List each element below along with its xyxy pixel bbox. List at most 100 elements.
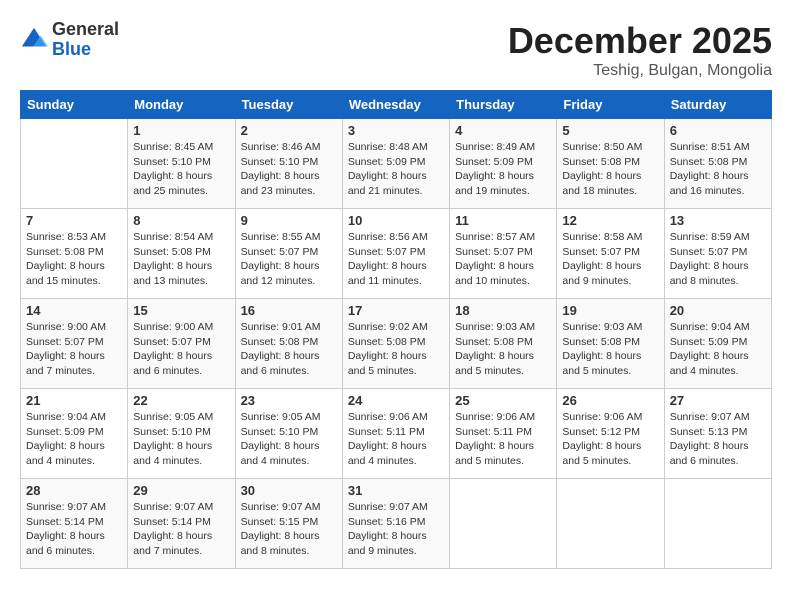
day-info: Sunrise: 9:06 AMSunset: 5:12 PMDaylight:…	[562, 410, 658, 469]
day-number: 21	[26, 393, 122, 408]
day-info: Sunrise: 9:07 AMSunset: 5:14 PMDaylight:…	[133, 500, 229, 559]
day-number: 10	[348, 213, 444, 228]
calendar-cell: 4 Sunrise: 8:49 AMSunset: 5:09 PMDaylight…	[450, 119, 557, 209]
calendar-cell: 24 Sunrise: 9:06 AMSunset: 5:11 PMDayligh…	[342, 389, 449, 479]
day-number: 16	[241, 303, 337, 318]
day-number: 1	[133, 123, 229, 138]
calendar-cell: 15 Sunrise: 9:00 AMSunset: 5:07 PMDayligh…	[128, 299, 235, 389]
day-info: Sunrise: 8:46 AMSunset: 5:10 PMDaylight:…	[241, 140, 337, 199]
calendar-cell: 26 Sunrise: 9:06 AMSunset: 5:12 PMDayligh…	[557, 389, 664, 479]
day-info: Sunrise: 8:50 AMSunset: 5:08 PMDaylight:…	[562, 140, 658, 199]
calendar-cell: 16 Sunrise: 9:01 AMSunset: 5:08 PMDayligh…	[235, 299, 342, 389]
calendar-cell: 20 Sunrise: 9:04 AMSunset: 5:09 PMDayligh…	[664, 299, 771, 389]
day-info: Sunrise: 9:00 AMSunset: 5:07 PMDaylight:…	[133, 320, 229, 379]
day-number: 4	[455, 123, 551, 138]
day-number: 15	[133, 303, 229, 318]
calendar-cell: 5 Sunrise: 8:50 AMSunset: 5:08 PMDaylight…	[557, 119, 664, 209]
day-number: 25	[455, 393, 551, 408]
calendar-cell: 19 Sunrise: 9:03 AMSunset: 5:08 PMDayligh…	[557, 299, 664, 389]
calendar-cell: 2 Sunrise: 8:46 AMSunset: 5:10 PMDaylight…	[235, 119, 342, 209]
header: General Blue December 2025 Teshig, Bulga…	[20, 20, 772, 80]
week-row-4: 21 Sunrise: 9:04 AMSunset: 5:09 PMDayligh…	[21, 389, 772, 479]
logo-general: General	[52, 20, 119, 40]
day-info: Sunrise: 9:00 AMSunset: 5:07 PMDaylight:…	[26, 320, 122, 379]
day-number: 2	[241, 123, 337, 138]
day-number: 13	[670, 213, 766, 228]
calendar-cell: 28Sunrise: 9:07 AMSunset: 5:14 PMDayligh…	[21, 479, 128, 569]
header-day-tuesday: Tuesday	[235, 91, 342, 119]
calendar-cell: 27 Sunrise: 9:07 AMSunset: 5:13 PMDayligh…	[664, 389, 771, 479]
logo: General Blue	[20, 20, 119, 60]
day-number: 19	[562, 303, 658, 318]
day-info: Sunrise: 9:02 AMSunset: 5:08 PMDaylight:…	[348, 320, 444, 379]
day-number: 20	[670, 303, 766, 318]
calendar-cell: 10 Sunrise: 8:56 AMSunset: 5:07 PMDayligh…	[342, 209, 449, 299]
day-info: Sunrise: 9:04 AMSunset: 5:09 PMDaylight:…	[670, 320, 766, 379]
day-number: 3	[348, 123, 444, 138]
calendar-cell: 17 Sunrise: 9:02 AMSunset: 5:08 PMDayligh…	[342, 299, 449, 389]
day-info: Sunrise: 8:53 AMSunset: 5:08 PMDaylight:…	[26, 230, 122, 289]
day-info: Sunrise: 8:49 AMSunset: 5:09 PMDaylight:…	[455, 140, 551, 199]
day-info: Sunrise: 9:06 AMSunset: 5:11 PMDaylight:…	[348, 410, 444, 469]
week-row-2: 7 Sunrise: 8:53 AMSunset: 5:08 PMDaylight…	[21, 209, 772, 299]
day-number: 18	[455, 303, 551, 318]
calendar-cell: 23Sunrise: 9:05 AMSunset: 5:10 PMDayligh…	[235, 389, 342, 479]
day-number: 11	[455, 213, 551, 228]
header-day-thursday: Thursday	[450, 91, 557, 119]
day-info: Sunrise: 9:06 AMSunset: 5:11 PMDaylight:…	[455, 410, 551, 469]
title-area: December 2025 Teshig, Bulgan, Mongolia	[508, 20, 772, 80]
day-info: Sunrise: 9:07 AMSunset: 5:14 PMDaylight:…	[26, 500, 122, 559]
calendar-title: December 2025	[508, 20, 772, 62]
header-day-sunday: Sunday	[21, 91, 128, 119]
day-info: Sunrise: 8:58 AMSunset: 5:07 PMDaylight:…	[562, 230, 658, 289]
calendar-cell: 22 Sunrise: 9:05 AMSunset: 5:10 PMDayligh…	[128, 389, 235, 479]
calendar-table: SundayMondayTuesdayWednesdayThursdayFrid…	[20, 90, 772, 569]
calendar-cell: 3 Sunrise: 8:48 AMSunset: 5:09 PMDaylight…	[342, 119, 449, 209]
day-info: Sunrise: 8:51 AMSunset: 5:08 PMDaylight:…	[670, 140, 766, 199]
day-number: 9	[241, 213, 337, 228]
day-info: Sunrise: 8:45 AMSunset: 5:10 PMDaylight:…	[133, 140, 229, 199]
day-number: 23	[241, 393, 337, 408]
day-info: Sunrise: 8:48 AMSunset: 5:09 PMDaylight:…	[348, 140, 444, 199]
calendar-cell: 7 Sunrise: 8:53 AMSunset: 5:08 PMDaylight…	[21, 209, 128, 299]
day-info: Sunrise: 8:55 AMSunset: 5:07 PMDaylight:…	[241, 230, 337, 289]
day-number: 31	[348, 483, 444, 498]
calendar-cell: 30Sunrise: 9:07 AMSunset: 5:15 PMDayligh…	[235, 479, 342, 569]
day-number: 29	[133, 483, 229, 498]
day-number: 12	[562, 213, 658, 228]
day-info: Sunrise: 8:54 AMSunset: 5:08 PMDaylight:…	[133, 230, 229, 289]
day-info: Sunrise: 9:03 AMSunset: 5:08 PMDaylight:…	[455, 320, 551, 379]
day-number: 24	[348, 393, 444, 408]
logo-blue: Blue	[52, 40, 119, 60]
logo-icon	[20, 26, 48, 54]
day-number: 17	[348, 303, 444, 318]
day-info: Sunrise: 9:07 AMSunset: 5:16 PMDaylight:…	[348, 500, 444, 559]
calendar-subtitle: Teshig, Bulgan, Mongolia	[508, 62, 772, 80]
day-number: 26	[562, 393, 658, 408]
header-day-wednesday: Wednesday	[342, 91, 449, 119]
day-info: Sunrise: 8:57 AMSunset: 5:07 PMDaylight:…	[455, 230, 551, 289]
calendar-cell	[21, 119, 128, 209]
day-info: Sunrise: 9:04 AMSunset: 5:09 PMDaylight:…	[26, 410, 122, 469]
day-info: Sunrise: 9:03 AMSunset: 5:08 PMDaylight:…	[562, 320, 658, 379]
day-info: Sunrise: 8:56 AMSunset: 5:07 PMDaylight:…	[348, 230, 444, 289]
day-number: 27	[670, 393, 766, 408]
day-number: 7	[26, 213, 122, 228]
day-number: 8	[133, 213, 229, 228]
header-day-saturday: Saturday	[664, 91, 771, 119]
day-info: Sunrise: 9:01 AMSunset: 5:08 PMDaylight:…	[241, 320, 337, 379]
day-number: 22	[133, 393, 229, 408]
calendar-cell: 6Sunrise: 8:51 AMSunset: 5:08 PMDaylight…	[664, 119, 771, 209]
calendar-cell: 25 Sunrise: 9:06 AMSunset: 5:11 PMDayligh…	[450, 389, 557, 479]
day-info: Sunrise: 8:59 AMSunset: 5:07 PMDaylight:…	[670, 230, 766, 289]
calendar-cell: 14Sunrise: 9:00 AMSunset: 5:07 PMDayligh…	[21, 299, 128, 389]
calendar-cell: 31 Sunrise: 9:07 AMSunset: 5:16 PMDayligh…	[342, 479, 449, 569]
header-day-friday: Friday	[557, 91, 664, 119]
calendar-cell	[557, 479, 664, 569]
calendar-cell: 29 Sunrise: 9:07 AMSunset: 5:14 PMDayligh…	[128, 479, 235, 569]
calendar-cell: 11 Sunrise: 8:57 AMSunset: 5:07 PMDayligh…	[450, 209, 557, 299]
day-info: Sunrise: 9:07 AMSunset: 5:13 PMDaylight:…	[670, 410, 766, 469]
day-info: Sunrise: 9:05 AMSunset: 5:10 PMDaylight:…	[133, 410, 229, 469]
day-number: 5	[562, 123, 658, 138]
calendar-cell: 18 Sunrise: 9:03 AMSunset: 5:08 PMDayligh…	[450, 299, 557, 389]
